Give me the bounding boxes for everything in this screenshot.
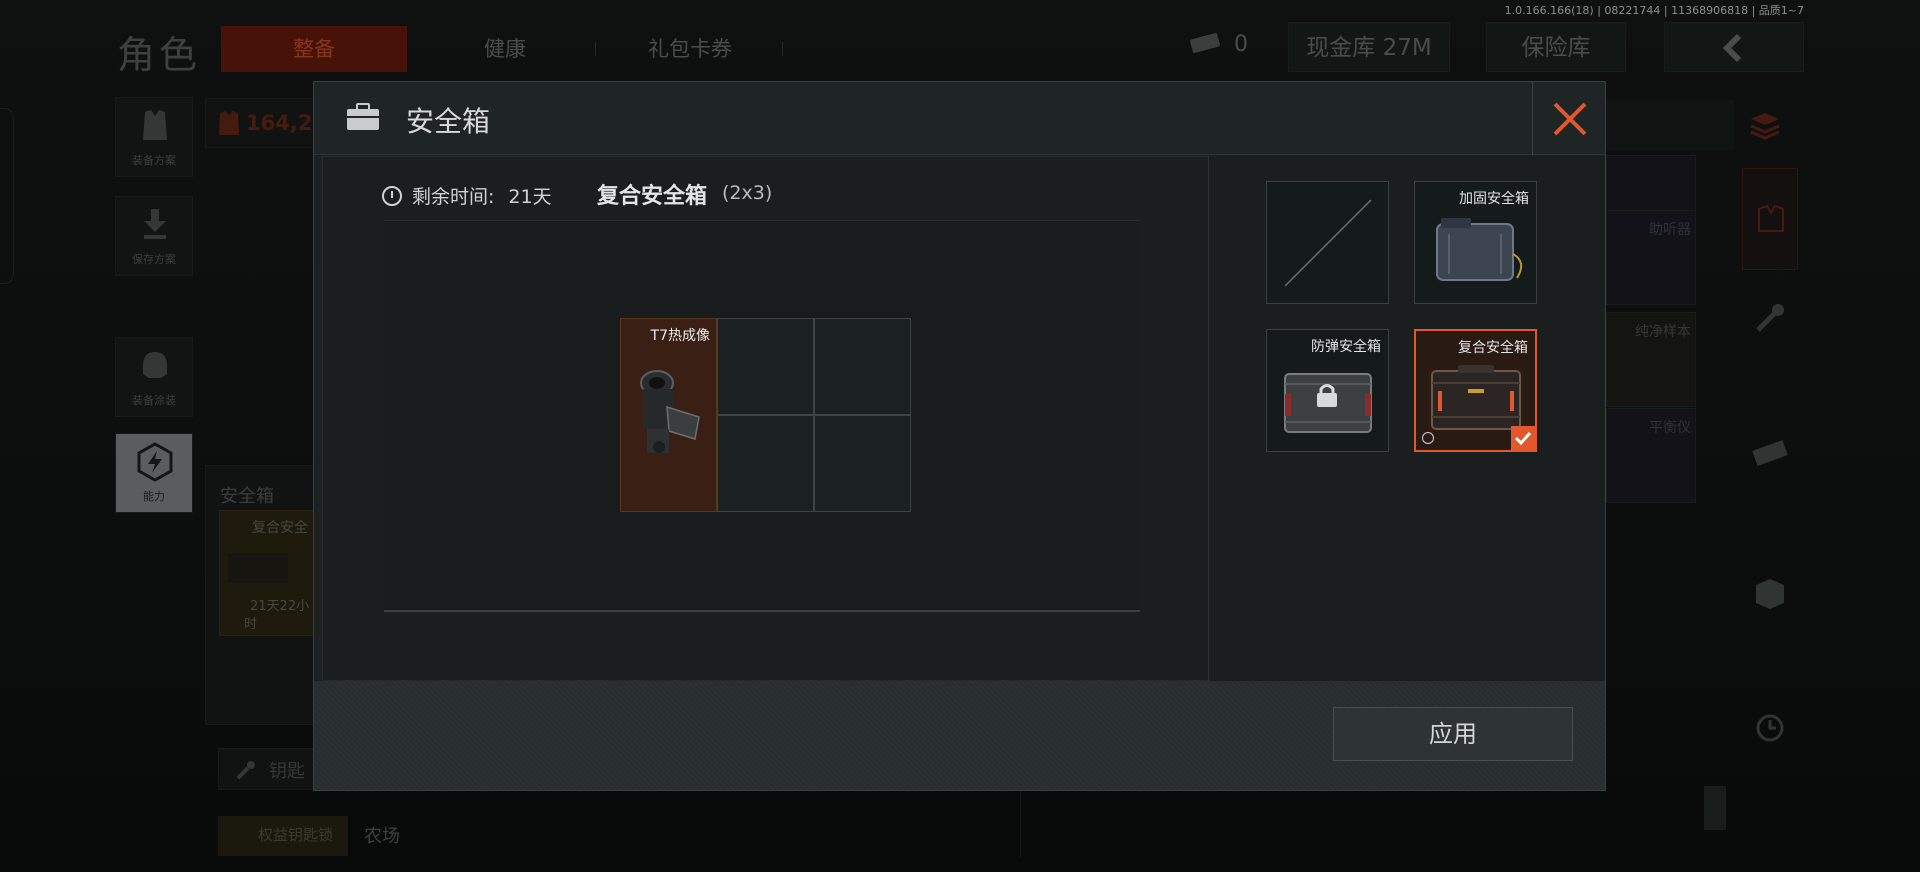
lock-icon [1317,384,1337,407]
modal-footer: 应用 [314,681,1605,790]
case-option-composite[interactable]: 复合安全箱 [1414,329,1537,452]
case-option-bulletproof[interactable]: 防弹安全箱 [1266,329,1389,452]
stored-item-name: T7热成像 [650,328,710,344]
apply-button-label: 应用 [1429,720,1477,748]
case-option-name: 加固安全箱 [1459,191,1529,207]
case-option-empty[interactable] [1266,181,1389,304]
modal-title: 安全箱 [406,105,491,138]
grid-cell[interactable] [717,318,814,415]
close-button[interactable] [1532,82,1605,155]
remaining-time-label: 剩余时间: [412,186,495,208]
briefcase-icon [347,103,379,130]
safebox-modal: 安全箱 剩余时间: 21天 复合安全箱 (2x3) T7热成像 加固安全箱 防弹… [313,81,1606,791]
composite-case-icon [1431,365,1521,430]
grid-cell[interactable] [814,415,911,512]
empty-slot-slash [1284,199,1372,287]
remaining-time: 剩余时间: 21天 [382,182,552,209]
stored-item-thermal-scope[interactable]: T7热成像 [620,318,717,512]
case-option-name: 防弹安全箱 [1311,339,1381,355]
apply-button[interactable]: 应用 [1333,707,1573,761]
modal-header: 安全箱 [314,82,1605,155]
grid-cell[interactable] [717,415,814,512]
case-option-reinforced[interactable]: 加固安全箱 [1414,181,1537,304]
storage-area: T7热成像 [384,220,1140,612]
reinforced-case-icon [1436,218,1523,281]
remaining-time-value: 21天 [508,186,552,208]
case-size: (2x3) [722,182,773,204]
case-option-name: 复合安全箱 [1458,340,1528,356]
thermal-scope-icon [640,370,700,453]
clock-icon [1422,432,1434,444]
clock-icon [382,185,402,206]
selected-check-icon [1511,426,1535,450]
case-name: 复合安全箱 [597,184,708,209]
close-icon [1553,102,1587,136]
grid-cell[interactable] [814,318,911,415]
